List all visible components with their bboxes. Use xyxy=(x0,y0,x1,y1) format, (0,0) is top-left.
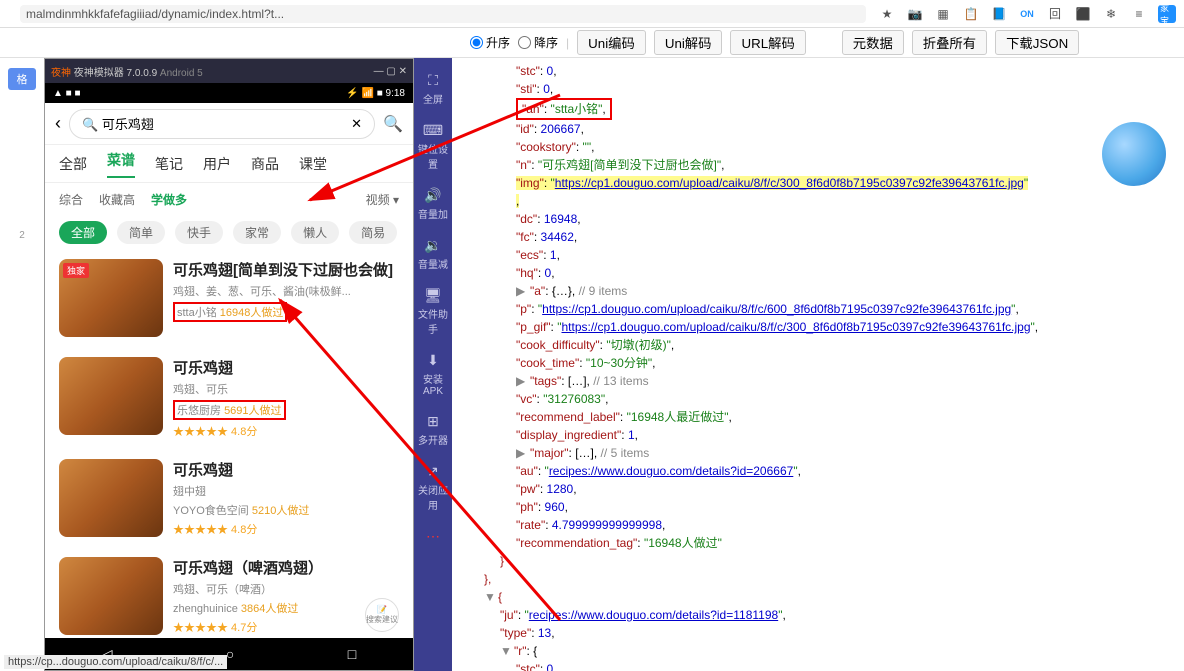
ext-camera-icon[interactable]: 📷 xyxy=(906,5,924,23)
chip-lazy[interactable]: 懒人 xyxy=(291,221,339,244)
chip-all[interactable]: 全部 xyxy=(59,221,107,244)
chip-home[interactable]: 家常 xyxy=(233,221,281,244)
search-icon[interactable]: 🔍 xyxy=(383,114,403,134)
extension-icons: ★ 📷 ▦ 📋 📘 ON 回 ⬛ ❄ ≡ 家宝 xyxy=(878,5,1176,23)
clear-icon[interactable]: ✕ xyxy=(351,116,362,132)
subtab-learnmore[interactable]: 学做多 xyxy=(151,191,187,208)
tab-goods[interactable]: 商品 xyxy=(251,154,279,174)
nav-recent-icon[interactable]: □ xyxy=(348,646,356,662)
suggest-button[interactable]: 📝搜索建议 xyxy=(365,598,399,632)
globe-icon xyxy=(1102,122,1166,186)
chip-fast[interactable]: 快手 xyxy=(175,221,223,244)
tab-class[interactable]: 课堂 xyxy=(299,154,327,174)
recipe-tags: 翅中翅 xyxy=(173,483,399,499)
side-voldown[interactable]: 🔉音量减 xyxy=(414,229,452,279)
side-more[interactable]: ⋯ xyxy=(414,520,452,555)
side-keymap[interactable]: ⌨键位设置 xyxy=(414,114,452,179)
recipe-list[interactable]: 独家 可乐鸡翅[简单到没下过厨也会做] 鸡翅、姜、葱、可乐、酱油(味极鲜... … xyxy=(45,249,413,638)
recipe-item[interactable]: 可乐鸡翅 鸡翅、可乐 乐悠厨房 5691人做过 ★★★★★ 4.8分 xyxy=(59,347,399,449)
recipe-title: 可乐鸡翅（啤酒鸡翅） xyxy=(173,557,399,578)
uni-encode-button[interactable]: Uni编码 xyxy=(577,30,646,55)
ext-x-icon[interactable]: ▦ xyxy=(934,5,952,23)
subtab-video[interactable]: 视频 ▾ xyxy=(366,191,399,208)
sort-asc-radio[interactable]: 升序 xyxy=(470,34,510,51)
recipe-item[interactable]: 可乐鸡翅（啤酒鸡翅） 鸡翅、可乐（啤酒） zhenghuinice 3864人做… xyxy=(59,547,399,638)
subtab-comprehensive[interactable]: 综合 xyxy=(59,191,83,208)
tab-recipe[interactable]: 菜谱 xyxy=(107,150,135,178)
recipe-tags: 鸡翅、可乐 xyxy=(173,381,399,397)
side-fullscreen[interactable]: ⛶全屏 xyxy=(414,64,452,114)
recipe-rating: ★★★★★ 4.8分 xyxy=(173,521,399,537)
collapse-all-button[interactable]: 折叠所有 xyxy=(912,30,987,55)
back-icon[interactable]: ‹ xyxy=(55,113,61,134)
tab-notes[interactable]: 笔记 xyxy=(155,154,183,174)
recipe-tags: 鸡翅、姜、葱、可乐、酱油(味极鲜... xyxy=(173,283,399,299)
search-input[interactable]: 🔍 可乐鸡翅 ✕ xyxy=(69,109,375,139)
chip-easy[interactable]: 简易 xyxy=(349,221,397,244)
status-right: ⚡ 📶 ■ 9:18 xyxy=(346,88,405,99)
side-file[interactable]: 🖥文件助手 xyxy=(414,279,452,344)
ext-star-icon[interactable]: ★ xyxy=(878,5,896,23)
uni-decode-button[interactable]: Uni解码 xyxy=(654,30,723,55)
ext-book-icon[interactable]: 📘 xyxy=(990,5,1008,23)
subtab-favhigh[interactable]: 收藏高 xyxy=(99,191,135,208)
ext-menu-icon[interactable]: ≡ xyxy=(1130,5,1148,23)
tab-users[interactable]: 用户 xyxy=(203,154,231,174)
json-viewer[interactable]: "stc": 0, "sti": 0, "an": "stta小铭", "id"… xyxy=(452,58,1184,671)
side-multi[interactable]: ⊞多开器 xyxy=(414,405,452,455)
recipe-tags: 鸡翅、可乐（啤酒） xyxy=(173,581,399,597)
chip-simple[interactable]: 简单 xyxy=(117,221,165,244)
url-bar[interactable]: malmdinmhkkfafefagiiiad/dynamic/index.ht… xyxy=(20,5,866,23)
side-close[interactable]: ↗关闭应用 xyxy=(414,455,452,520)
recipe-rating: ★★★★★ 4.8分 xyxy=(173,423,399,439)
ext-box-icon[interactable]: 回 xyxy=(1046,5,1064,23)
recipe-title: 可乐鸡翅 xyxy=(173,357,399,378)
ext-jiabao-icon[interactable]: 家宝 xyxy=(1158,5,1176,23)
recipe-title: 可乐鸡翅[简单到没下过厨也会做] xyxy=(173,259,399,280)
ext-snow-icon[interactable]: ❄ xyxy=(1102,5,1120,23)
status-left: ▲ ■ ■ xyxy=(53,88,81,99)
sort-desc-radio[interactable]: 降序 xyxy=(518,34,558,51)
recipe-title: 可乐鸡翅 xyxy=(173,459,399,480)
emu-window-controls[interactable]: — ▢ ✕ xyxy=(374,66,407,77)
recipe-item[interactable]: 可乐鸡翅 翅中翅 YOYO食色空间 5210人做过 ★★★★★ 4.8分 xyxy=(59,449,399,547)
side-apk[interactable]: ⬇安装APK xyxy=(414,344,452,405)
index-badge[interactable]: 格 xyxy=(8,68,36,90)
recipe-item[interactable]: 独家 可乐鸡翅[简单到没下过厨也会做] 鸡翅、姜、葱、可乐、酱油(味极鲜... … xyxy=(59,249,399,347)
exclusive-badge: 独家 xyxy=(63,263,89,278)
tab-all[interactable]: 全部 xyxy=(59,154,87,174)
side-volup[interactable]: 🔊音量加 xyxy=(414,179,452,229)
emulator-window: 夜神 夜神模拟器 7.0.0.9 Android 5 — ▢ ✕ ▲ ■ ■ ⚡… xyxy=(44,58,414,671)
emu-title: 夜神 夜神模拟器 7.0.0.9 Android 5 xyxy=(51,64,203,79)
ext-on-icon[interactable]: ON xyxy=(1018,5,1036,23)
url-decode-button[interactable]: URL解码 xyxy=(730,30,805,55)
emulator-sidebar: ⛶全屏 ⌨键位设置 🔊音量加 🔉音量减 🖥文件助手 ⬇安装APK ⊞多开器 ↗关… xyxy=(414,58,452,671)
metadata-button[interactable]: 元数据 xyxy=(842,30,904,55)
status-url: https://cp...douguo.com/upload/caiku/8/f… xyxy=(4,655,227,669)
ext-clip-icon[interactable]: 📋 xyxy=(962,5,980,23)
ext-sq-icon[interactable]: ⬛ xyxy=(1074,5,1092,23)
download-json-button[interactable]: 下载JSON xyxy=(995,30,1079,55)
